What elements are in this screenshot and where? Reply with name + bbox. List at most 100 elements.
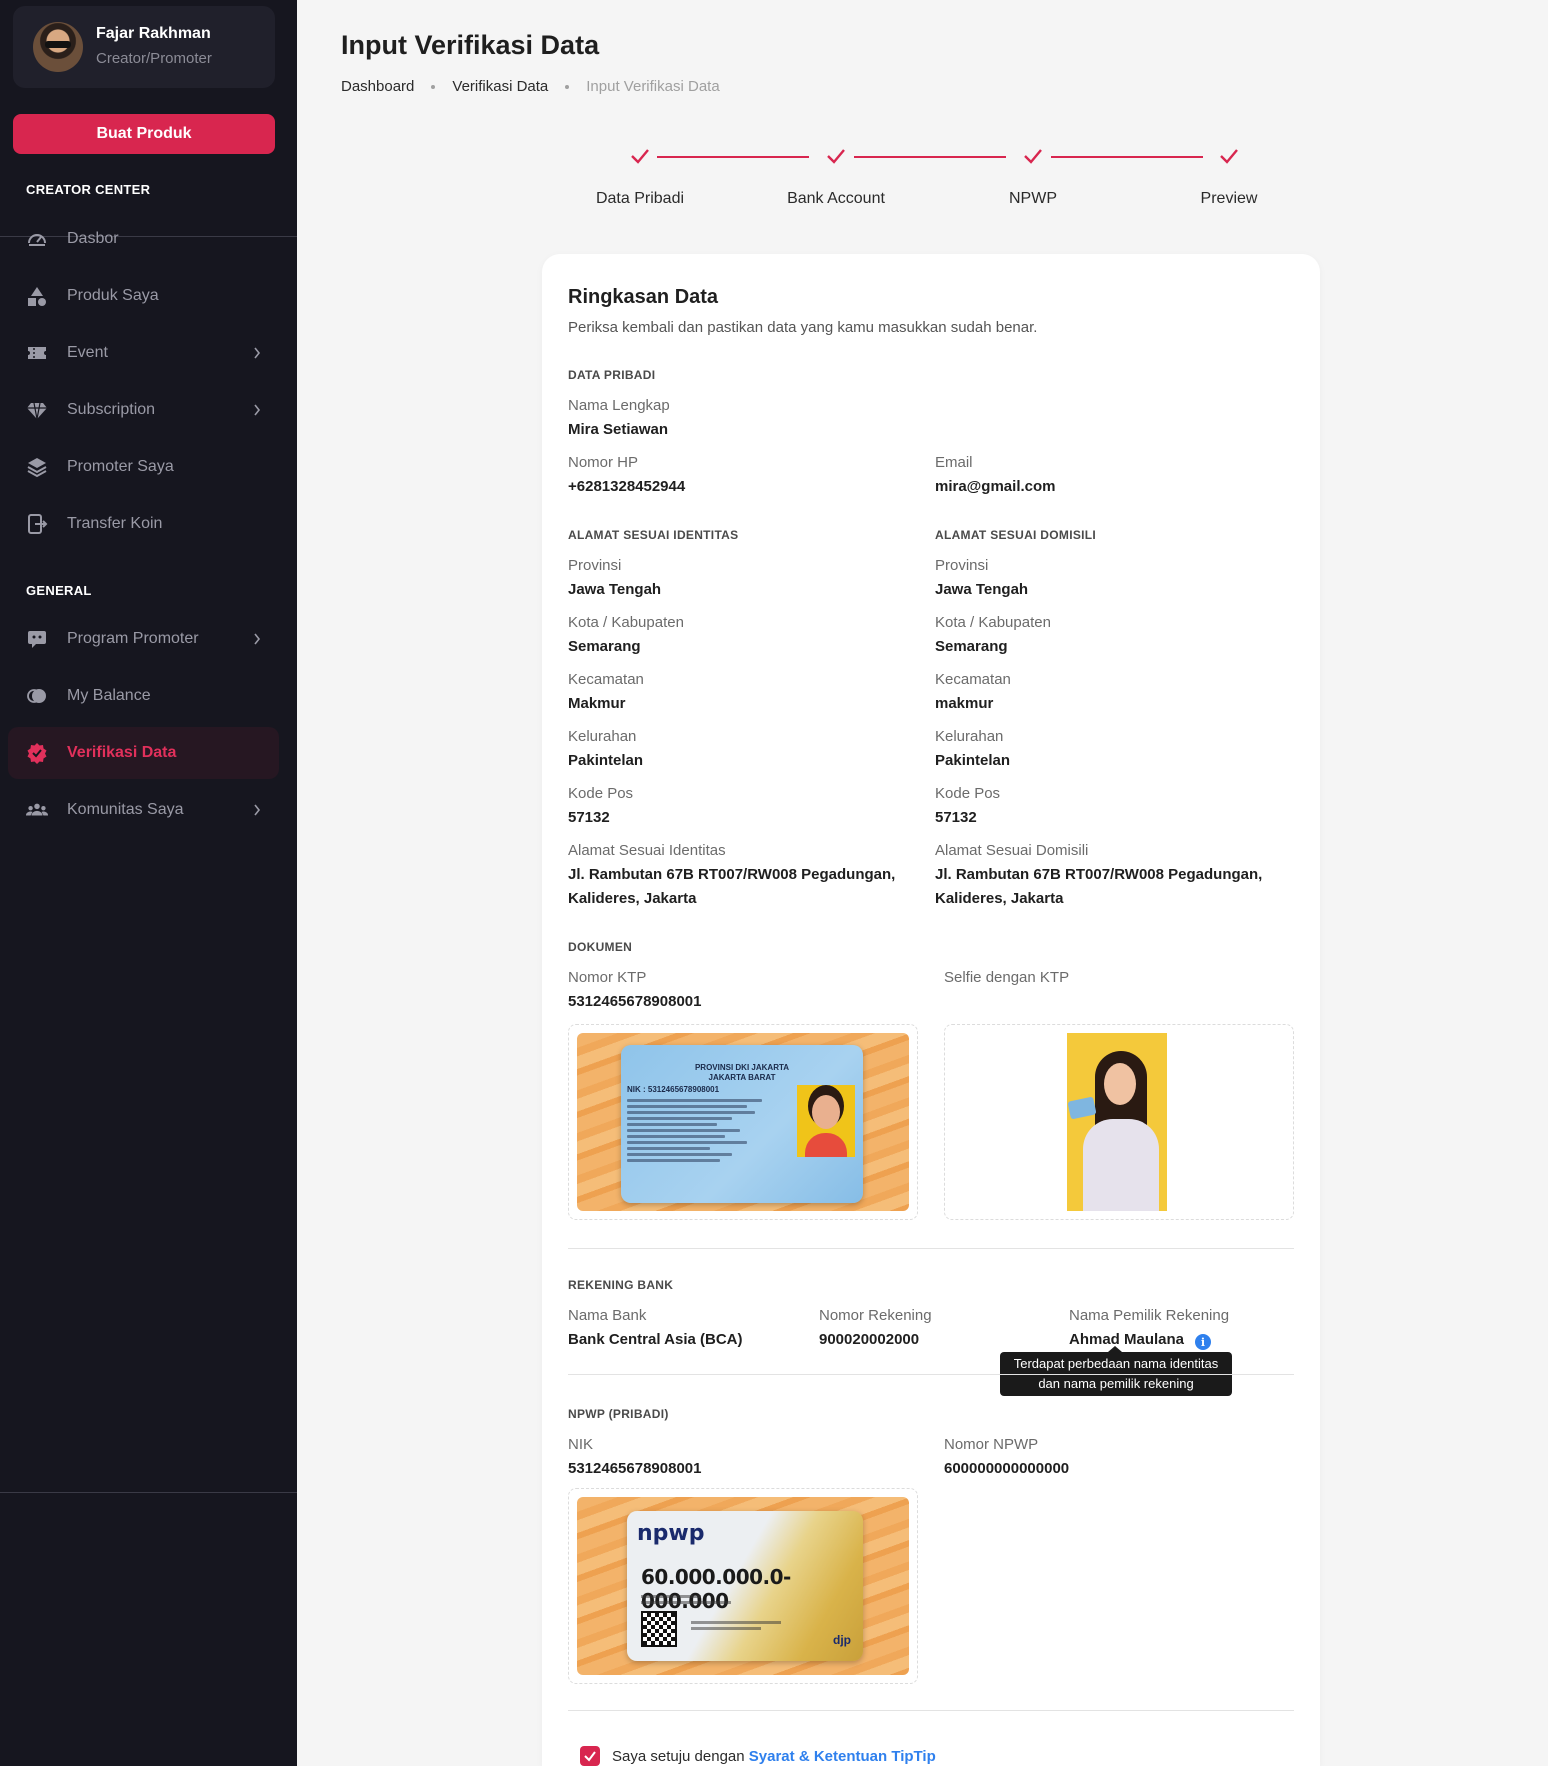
agreement-text: Saya setuju dengan bbox=[612, 1748, 749, 1765]
label-kecamatan: Kecamatan bbox=[935, 671, 1011, 688]
npwp-image[interactable]: npwp 60.000.000.0-000.000 djp bbox=[568, 1488, 918, 1684]
label-kecamatan: Kecamatan bbox=[568, 671, 644, 688]
selfie-photo bbox=[1067, 1033, 1167, 1211]
coins-icon bbox=[26, 685, 48, 707]
value-alamat-identitas-line1: Jl. Rambutan 67B RT007/RW008 Pegadungan, bbox=[568, 866, 896, 883]
label-kota: Kota / Kabupaten bbox=[568, 614, 684, 631]
label-nomor-ktp: Nomor KTP bbox=[568, 969, 647, 986]
ktp-city: JAKARTA BARAT bbox=[708, 1073, 776, 1082]
value-kecamatan: Makmur bbox=[568, 695, 626, 712]
value-nama-lengkap: Mira Setiawan bbox=[568, 421, 669, 438]
chevron-right-icon bbox=[251, 404, 263, 416]
sidebar-item-komunitas-saya[interactable]: Komunitas Saya bbox=[8, 784, 279, 836]
heading-npwp: NPWP (PRIBADI) bbox=[568, 1407, 669, 1421]
summary-card: Ringkasan Data Periksa kembali dan pasti… bbox=[542, 254, 1320, 1766]
summary-subtitle: Periksa kembali dan pastikan data yang k… bbox=[568, 319, 1038, 336]
sidebar-item-event[interactable]: Event bbox=[8, 327, 279, 379]
stepper: Data Pribadi Bank Account NPWP Preview bbox=[570, 140, 1270, 220]
value-kelurahan: Pakintelan bbox=[935, 752, 1011, 769]
heading-alamat-identitas: ALAMAT SESUAI IDENTITAS bbox=[568, 528, 739, 542]
label-kota: Kota / Kabupaten bbox=[935, 614, 1051, 631]
wood-background: npwp 60.000.000.0-000.000 djp bbox=[577, 1497, 909, 1675]
djp-logo: djp bbox=[833, 1633, 851, 1647]
label-kode-pos: Kode Pos bbox=[568, 785, 634, 802]
profile-card[interactable]: Fajar Rakhman Creator/Promoter bbox=[13, 6, 275, 88]
create-product-button[interactable]: Buat Produk bbox=[13, 114, 275, 154]
section-divider bbox=[568, 1374, 1294, 1375]
transfer-icon bbox=[26, 513, 48, 535]
value-kota: Semarang bbox=[568, 638, 641, 655]
npwp-logo: npwp bbox=[637, 1521, 705, 1546]
label-nama-lengkap: Nama Lengkap bbox=[568, 397, 670, 414]
page-title: Input Verifikasi Data bbox=[341, 30, 600, 60]
step-label: NPWP bbox=[1009, 190, 1057, 207]
ktp-text-lines bbox=[627, 1099, 777, 1165]
value-nomor-ktp: 5312465678908001 bbox=[568, 993, 702, 1010]
sidebar-item-transfer-koin[interactable]: Transfer Koin bbox=[8, 498, 279, 550]
npwp-card: npwp 60.000.000.0-000.000 djp bbox=[627, 1511, 863, 1661]
check-icon bbox=[584, 1751, 596, 1762]
sidebar-item-program-promoter[interactable]: Program Promoter bbox=[8, 613, 279, 665]
value-kota: Semarang bbox=[935, 638, 1008, 655]
value-kode-pos: 57132 bbox=[568, 809, 610, 826]
sidebar-item-label: Subscription bbox=[67, 401, 156, 418]
ktp-province: PROVINSI DKI JAKARTA bbox=[694, 1063, 790, 1072]
ktp-image[interactable]: PROVINSI DKI JAKARTA JAKARTA BARAT NIK :… bbox=[568, 1024, 918, 1220]
label-kode-pos: Kode Pos bbox=[935, 785, 1001, 802]
breadcrumb-dashboard[interactable]: Dashboard bbox=[341, 78, 414, 95]
sidebar-item-produk-saya[interactable]: Produk Saya bbox=[8, 270, 279, 322]
heading-alamat-domisili: ALAMAT SESUAI DOMISILI bbox=[935, 528, 1097, 542]
step-preview[interactable]: Preview bbox=[1159, 140, 1299, 207]
section-creator-center: CREATOR CENTER bbox=[26, 182, 151, 197]
sidebar-item-label: Dasbor bbox=[67, 230, 119, 247]
label-nomor-hp: Nomor HP bbox=[568, 454, 639, 471]
shapes-icon bbox=[26, 285, 48, 307]
sidebar: Fajar Rakhman Creator/Promoter Buat Prod… bbox=[0, 0, 297, 1766]
section-general: GENERAL bbox=[26, 583, 92, 598]
chat-icon bbox=[26, 628, 48, 650]
section-divider bbox=[568, 1248, 1294, 1249]
label-alamat-domisili: Alamat Sesuai Domisili bbox=[935, 842, 1089, 859]
selfie-image[interactable] bbox=[944, 1024, 1294, 1220]
terms-link[interactable]: Syarat & Ketentuan TipTip bbox=[749, 1748, 936, 1765]
dashboard-gauge-icon bbox=[26, 228, 48, 250]
sidebar-item-my-balance[interactable]: My Balance bbox=[8, 670, 279, 722]
label-selfie-ktp: Selfie dengan KTP bbox=[944, 969, 1070, 986]
heading-dokumen: DOKUMEN bbox=[568, 940, 633, 954]
sidebar-item-label: My Balance bbox=[67, 687, 151, 704]
value-nama-bank: Bank Central Asia (BCA) bbox=[568, 1331, 743, 1348]
ktp-nik: NIK : 5312465678908001 bbox=[627, 1085, 720, 1094]
sidebar-item-promoter-saya[interactable]: Promoter Saya bbox=[8, 441, 279, 493]
agreement-checkbox[interactable] bbox=[580, 1746, 600, 1766]
avatar bbox=[33, 22, 83, 72]
profile-role: Creator/Promoter bbox=[96, 50, 212, 67]
check-icon bbox=[631, 149, 649, 164]
sidebar-item-verifikasi-data[interactable]: Verifikasi Data bbox=[8, 727, 279, 779]
label-nama-bank: Nama Bank bbox=[568, 1307, 647, 1324]
sidebar-item-label: Verifikasi Data bbox=[67, 744, 177, 761]
sidebar-item-label: Transfer Koin bbox=[67, 515, 163, 532]
sidebar-divider bbox=[0, 1492, 297, 1493]
value-alamat-domisili-line1: Jl. Rambutan 67B RT007/RW008 Pegadungan, bbox=[935, 866, 1263, 883]
value-kode-pos: 57132 bbox=[935, 809, 977, 826]
check-icon bbox=[827, 149, 845, 164]
value-kecamatan: makmur bbox=[935, 695, 994, 712]
label-kelurahan: Kelurahan bbox=[568, 728, 637, 745]
breadcrumb-separator bbox=[565, 84, 570, 89]
value-nik: 5312465678908001 bbox=[568, 1460, 702, 1477]
breadcrumb-current: Input Verifikasi Data bbox=[586, 78, 720, 95]
value-provinsi: Jawa Tengah bbox=[935, 581, 1029, 598]
breadcrumb: Dashboard Verifikasi Data Input Verifika… bbox=[341, 78, 720, 95]
breadcrumb-verifikasi-data[interactable]: Verifikasi Data bbox=[452, 78, 548, 95]
check-icon bbox=[1220, 149, 1238, 164]
tooltip-line: Terdapat perbedaan nama identitas bbox=[1013, 1356, 1219, 1371]
info-icon[interactable]: i bbox=[1195, 1334, 1211, 1350]
label-email: Email bbox=[935, 454, 973, 471]
label-nomor-npwp: Nomor NPWP bbox=[944, 1436, 1039, 1453]
verified-badge-icon bbox=[26, 742, 48, 764]
profile-name: Fajar Rakhman bbox=[96, 25, 211, 42]
sidebar-item-subscription[interactable]: Subscription bbox=[8, 384, 279, 436]
sidebar-item-dasbor[interactable]: Dasbor bbox=[8, 213, 279, 265]
value-email: mira@gmail.com bbox=[935, 478, 1056, 495]
breadcrumb-separator bbox=[431, 84, 436, 89]
